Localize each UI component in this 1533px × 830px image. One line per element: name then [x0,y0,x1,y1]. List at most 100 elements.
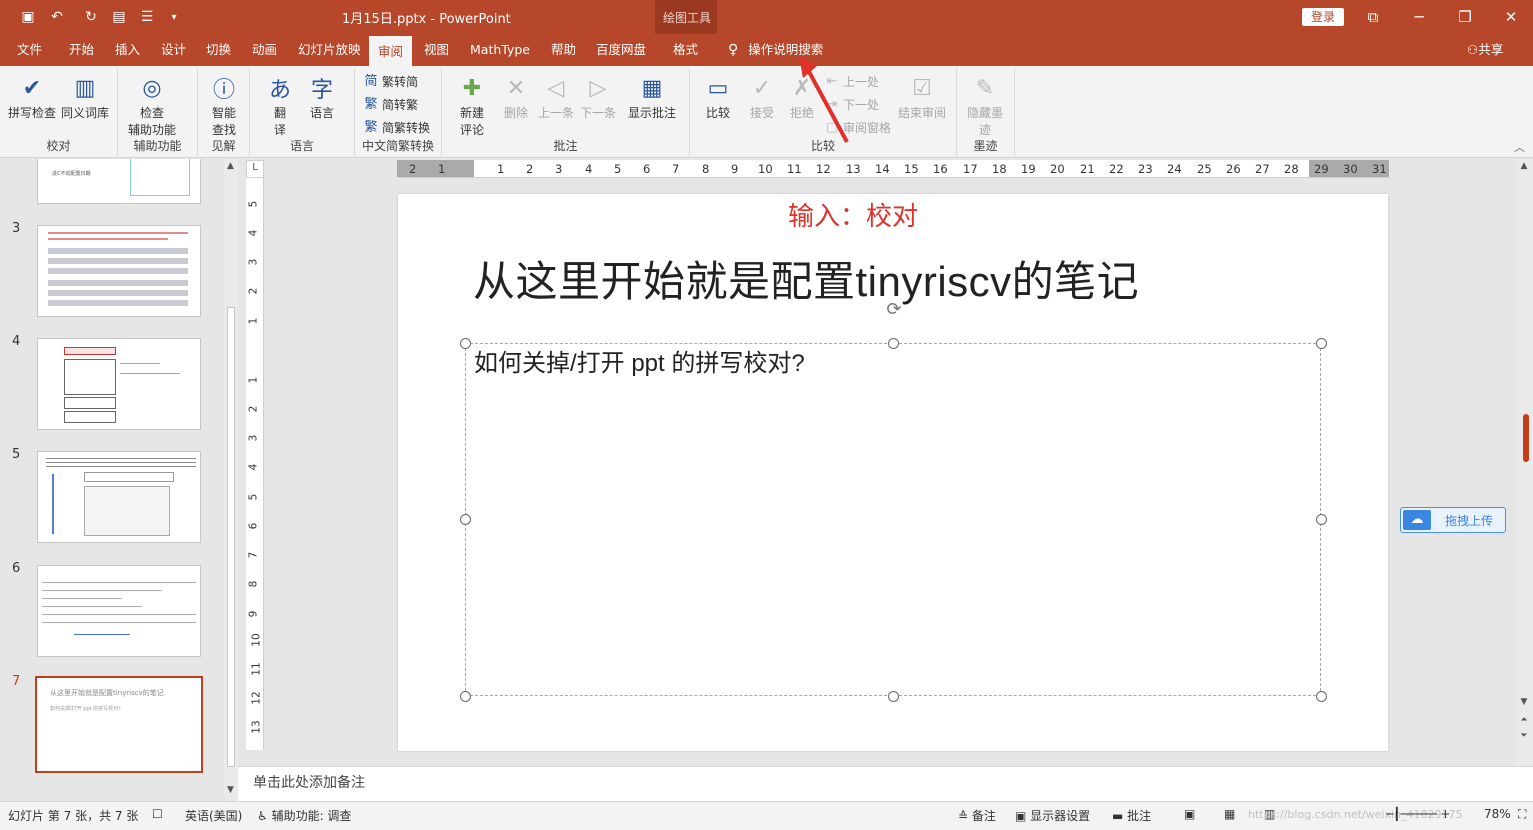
tab-animations[interactable]: 动画 [252,34,277,66]
hide-ink-button[interactable]: ✎ 隐藏墨 迹 [967,72,1003,138]
close-icon[interactable]: ✕ [1488,4,1533,30]
new-comment-button[interactable]: ✚ 新建 评论 [456,72,488,138]
tab-selector[interactable]: L [246,160,264,178]
scroll-down-icon[interactable]: ▼ [227,785,234,795]
notes-pane[interactable] [238,766,1533,801]
next-comment-button[interactable]: ▷ 下一条 [580,72,616,121]
editor-scrollbar[interactable]: ▲ ▼ ⏶ ⏷ [1515,159,1533,766]
slide-number-7: 7 [12,674,21,689]
slide-thumbnail-pane: 进C不动配置日期 3 4 5 6 7 从这里开始就是配置tinyriscv的笔记… [0,159,238,801]
zoom-level[interactable]: 78% [1484,807,1511,821]
show-comments-button[interactable]: ▦ 显示批注 [628,72,676,121]
simp-to-trad-icon: 繁 [364,96,378,112]
tab-home[interactable]: 开始 [69,34,94,66]
tab-transitions[interactable]: 切换 [206,34,231,66]
resize-handle-bottom-left[interactable] [460,691,471,702]
conversion-button[interactable]: 繁 简繁转换 [363,119,430,136]
baidu-upload-button[interactable]: ☁ 拖拽上传 [1400,507,1506,533]
resize-handle-bottom-right[interactable] [1316,691,1327,702]
resize-handle-bottom[interactable] [888,691,899,702]
accept-button[interactable]: ✓ 接受 [746,72,778,121]
end-review-button[interactable]: ☑ 结束审阅 [898,72,946,121]
tab-format[interactable]: 格式 [673,34,698,66]
smart-lookup-button[interactable]: ⓘ 智能 查找 [208,72,240,138]
scroll-up-icon[interactable]: ▲ [1518,161,1530,171]
customize-qat-icon[interactable]: ▾ [166,6,182,28]
ruler-number: 3 [555,162,563,176]
display-settings-button[interactable]: ▣ 显示器设置 [1015,807,1090,824]
tab-mathtype[interactable]: MathType [470,34,530,66]
slide-thumbnail-2[interactable]: 进C不动配置日期 [37,159,201,204]
share-button[interactable]: ⚇共享 [1467,34,1503,66]
ribbon-display-options-icon[interactable]: ⧉ [1350,4,1396,30]
fit-to-window-icon[interactable]: ⛶ [1518,807,1526,822]
notes-toggle[interactable]: ≙ 备注 [958,807,996,824]
slide-sorter-icon[interactable]: ▦ [1224,807,1235,821]
thumbnail-scrollbar[interactable]: ▲ ▼ [224,159,238,801]
undo-icon[interactable]: ↶ [44,6,70,28]
slide-thumbnail-4[interactable] [37,338,201,430]
spell-check-button[interactable]: ✔ 拼写检查 [8,72,56,121]
thumbnail-scroll-thumb[interactable] [227,307,235,767]
ruler-number: 15 [904,162,919,176]
resize-handle-left[interactable] [460,514,471,525]
slide-thumbnail-6[interactable] [37,565,201,657]
previous-slide-icon[interactable]: ⏶ [1518,715,1530,725]
check-accessibility-button[interactable]: ◎ 检查 辅助功能 [128,72,176,138]
translate-button[interactable]: あ 翻 译 [264,72,296,138]
language-button[interactable]: 字 语言 [306,72,338,121]
accessibility-status[interactable]: ♿ 辅助功能: 调查 [257,807,351,824]
next-slide-icon[interactable]: ⏷ [1518,731,1530,741]
tab-help[interactable]: 帮助 [551,34,576,66]
ruler-number: 12 [250,691,263,705]
ruler-number: 14 [875,162,890,176]
minimize-icon[interactable]: ─ [1396,4,1442,30]
selected-text-box[interactable] [465,343,1321,696]
notes-placeholder[interactable]: 单击此处添加备注 [253,772,365,792]
slide-title[interactable]: 从这里开始就是配置tinyriscv的笔记 [473,248,1139,309]
slide-thumbnail-3[interactable] [37,225,201,317]
language-indicator[interactable]: 英语(美国) [185,807,242,824]
spelling-status-icon[interactable]: ☐ [152,807,163,821]
tab-view[interactable]: 视图 [424,34,449,66]
compare-button[interactable]: ▭ 比较 [702,72,734,121]
zoom-slider[interactable]: ─┃───── + [1386,807,1450,821]
tab-baidu-netdisk[interactable]: 百度网盘 [596,34,646,66]
save-icon[interactable]: ▣ [16,6,40,28]
previous-comment-button[interactable]: ◁ 上一条 [538,72,574,121]
tab-design[interactable]: 设计 [161,34,186,66]
maximize-icon[interactable]: ❐ [1442,4,1488,30]
slide-thumbnail-7[interactable]: 从这里开始就是配置tinyriscv的笔记 如何关掉/打开 ppt 的拼写校对? [35,676,203,773]
tab-insert[interactable]: 插入 [115,34,140,66]
resize-handle-top-left[interactable] [460,338,471,349]
ruler-number: 9 [247,610,260,618]
slide-thumbnail-5[interactable] [37,451,201,543]
editor-scroll-thumb[interactable] [1523,414,1529,462]
scroll-up-icon[interactable]: ▲ [227,161,234,171]
accept-icon: ✓ [752,75,772,101]
login-button[interactable]: 登录 [1302,8,1344,26]
presentation-icon[interactable]: ▤ [108,6,130,28]
collapse-ribbon-icon[interactable]: ︿ [1514,139,1525,155]
rotate-handle-icon[interactable]: ⟳ [883,299,905,321]
simp-to-trad-button[interactable]: 繁 简转繁 [363,96,418,113]
redo-icon[interactable]: ↻ [80,6,102,28]
scroll-down-icon[interactable]: ▼ [1518,697,1530,707]
ruler-number: 23 [1138,162,1153,176]
thesaurus-button[interactable]: ▥ 同义词库 [61,72,109,121]
slide-body-text[interactable]: 如何关掉/打开 ppt 的拼写校对? [474,343,805,378]
thesaurus-icon: ▥ [74,75,96,101]
resize-handle-top[interactable] [888,338,899,349]
format-icon[interactable]: ☰ [136,6,158,28]
comments-toggle[interactable]: ▬ 批注 [1112,807,1151,824]
delete-comment-button[interactable]: ✕ 删除 [500,72,532,121]
trad-to-simp-button[interactable]: 简 繁转简 [363,73,418,90]
tab-file[interactable]: 文件 [17,34,42,66]
resize-handle-top-right[interactable] [1316,338,1327,349]
next-comment-icon: ▷ [589,75,607,101]
tab-slideshow[interactable]: 幻灯片放映 [298,34,361,66]
group-label-accessibility: 辅助功能 [133,139,182,153]
tab-review[interactable]: 审阅 [369,34,413,66]
resize-handle-right[interactable] [1316,514,1327,525]
normal-view-icon[interactable]: ▣ [1184,807,1195,821]
